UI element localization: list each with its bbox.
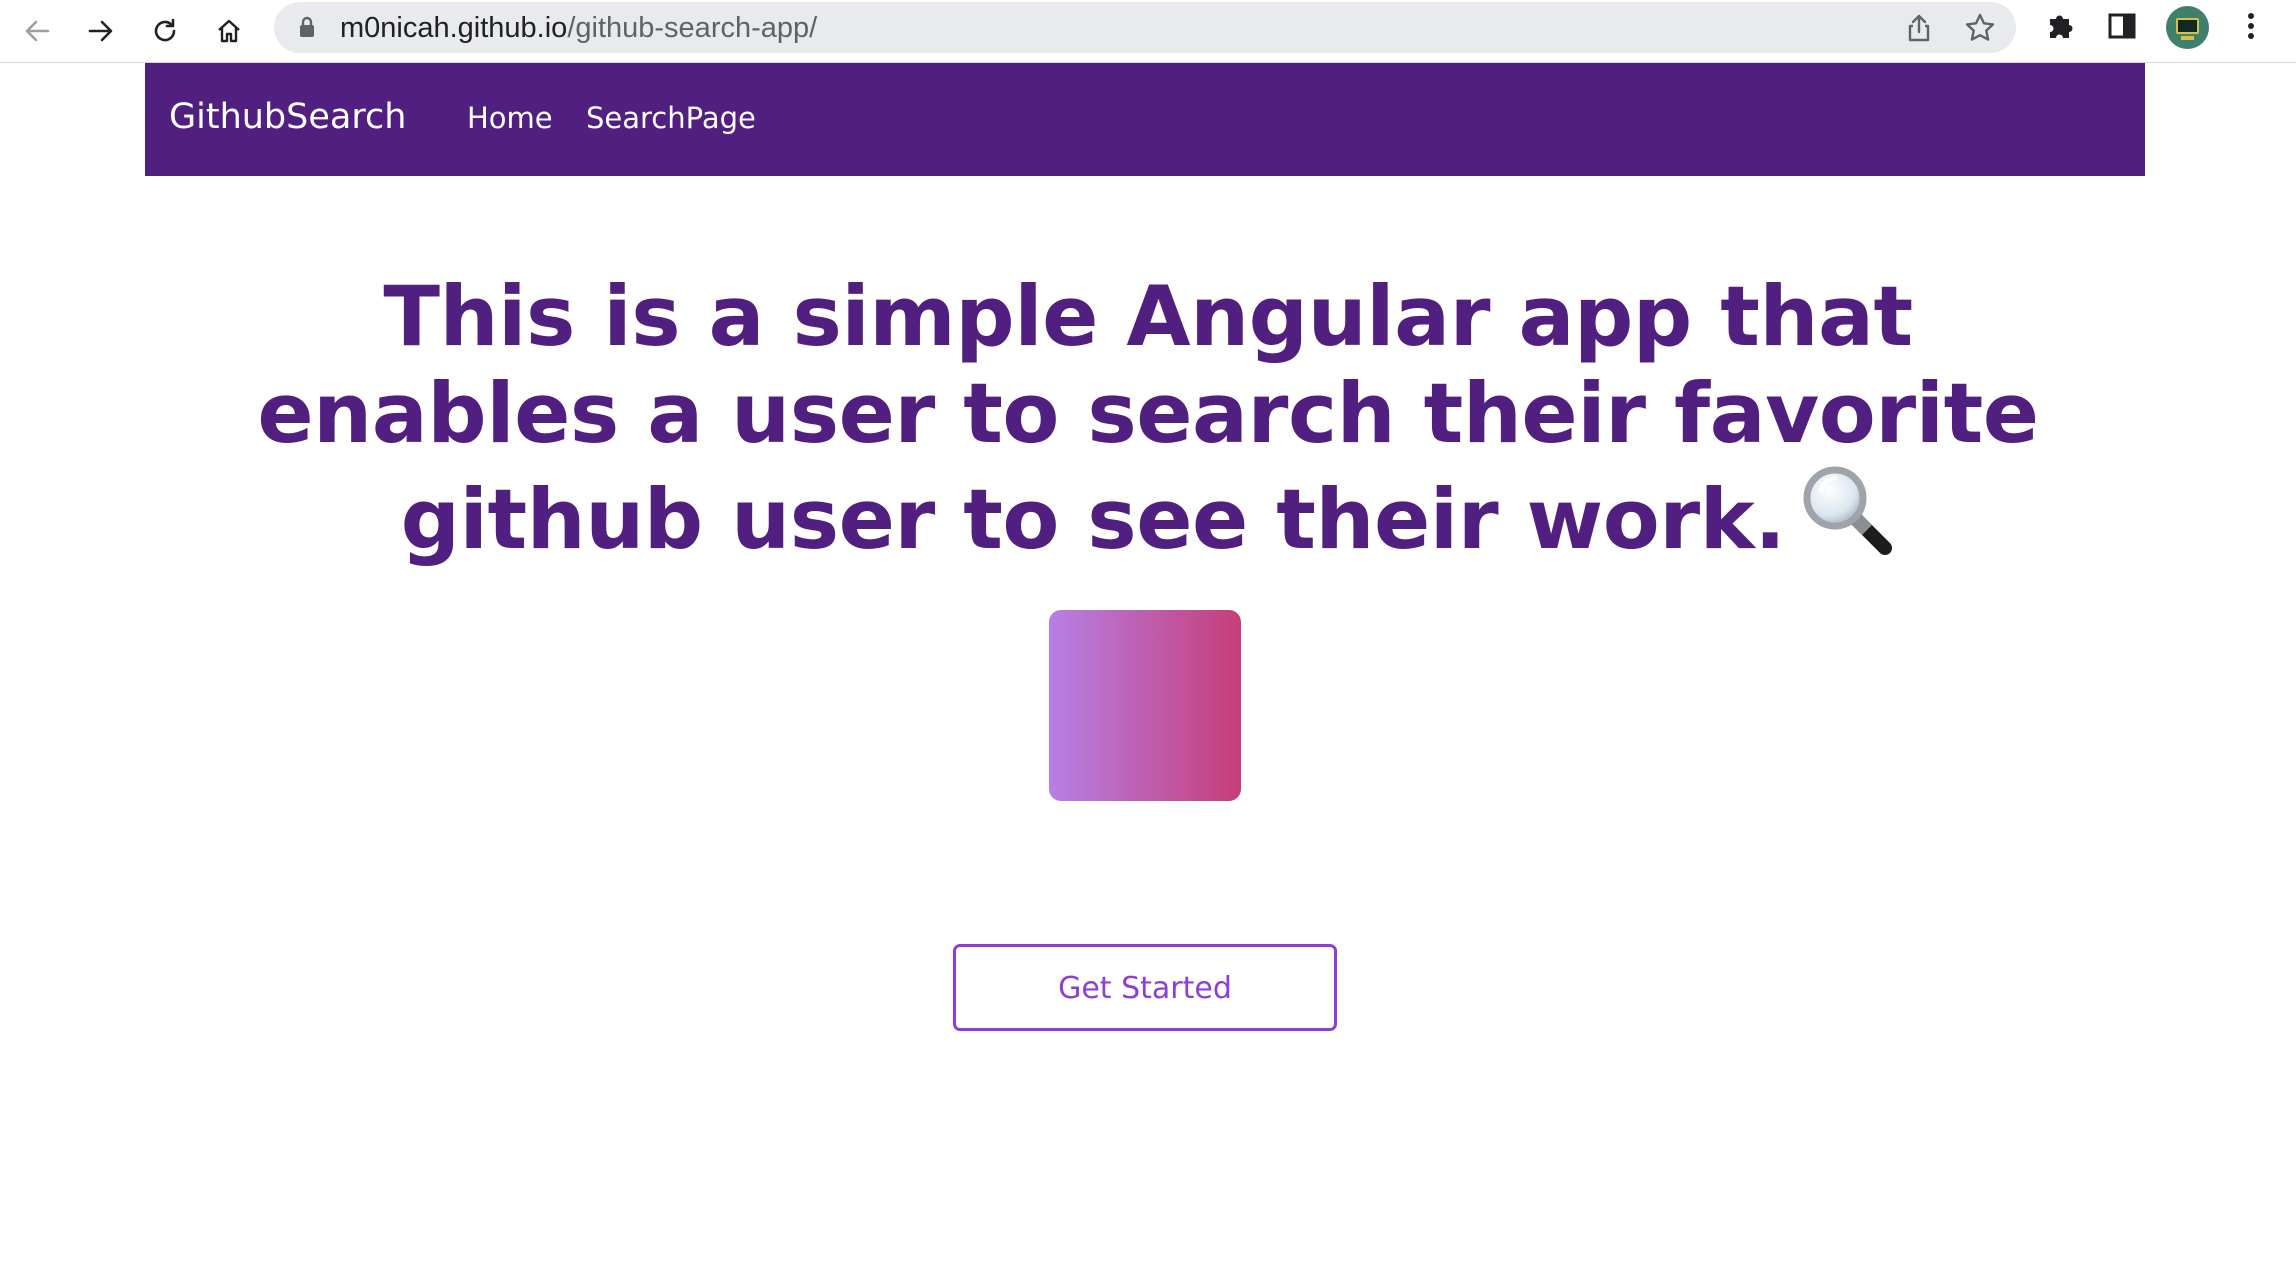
url-host: m0nicah.github.io xyxy=(340,12,568,44)
hero-title-text: This is a simple Angular app that enable… xyxy=(257,268,2039,568)
url-path: /github-search-app/ xyxy=(567,12,818,44)
reload-icon xyxy=(154,18,176,42)
kebab-menu-icon[interactable] xyxy=(2236,10,2266,42)
nav-link-home[interactable]: Home xyxy=(467,99,553,137)
share-icon[interactable] xyxy=(1904,12,1934,44)
address-bar[interactable]: m0nicah.github.io/github-search-app/ xyxy=(274,2,2016,53)
reload-button[interactable] xyxy=(140,6,190,56)
url-text: m0nicah.github.io/github-search-app/ xyxy=(340,9,817,47)
home-icon xyxy=(218,19,240,43)
home-button[interactable] xyxy=(204,6,254,56)
brand-link[interactable]: GithubSearch xyxy=(169,94,406,140)
magnifier-icon xyxy=(1803,466,1893,555)
forward-arrow-icon xyxy=(88,20,113,42)
get-started-button[interactable]: Get Started xyxy=(953,944,1337,1031)
star-icon[interactable] xyxy=(1964,12,1996,44)
browser-toolbar: m0nicah.github.io/github-search-app/ xyxy=(0,0,2296,63)
puzzle-icon[interactable] xyxy=(2044,10,2076,42)
nav-link-searchpage[interactable]: SearchPage xyxy=(586,99,756,137)
lock-icon xyxy=(300,16,314,37)
avatar[interactable] xyxy=(2166,6,2209,49)
side-panel-icon[interactable] xyxy=(2106,10,2138,42)
avatar-stand xyxy=(2181,36,2194,40)
forward-button[interactable] xyxy=(76,6,126,56)
avatar-screen-icon xyxy=(2176,18,2199,34)
site-navbar: GithubSearch Home SearchPage xyxy=(145,63,2145,176)
hero-title: This is a simple Angular app that enable… xyxy=(248,268,2048,568)
back-button[interactable] xyxy=(12,6,62,56)
back-arrow-icon xyxy=(25,20,50,42)
gradient-image xyxy=(1049,610,1241,801)
